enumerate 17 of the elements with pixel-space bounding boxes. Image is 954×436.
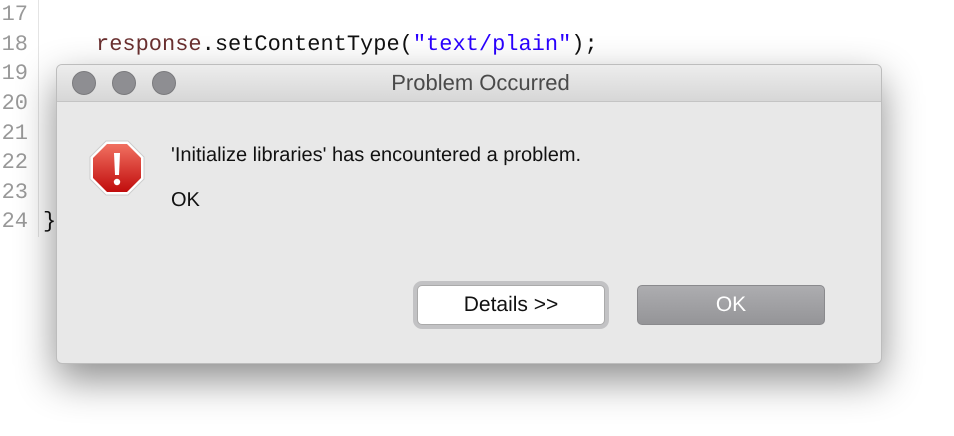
error-detail: OK	[171, 189, 201, 212]
error-message: 'Initialize libraries' has encountered a problem.	[171, 144, 582, 167]
code-line: response.setContentType("text/plain");	[95, 32, 598, 57]
zoom-button[interactable]	[152, 71, 176, 95]
line-number: 23	[0, 178, 39, 208]
window-title: Problem Occurred	[390, 70, 571, 96]
code-line: }	[42, 209, 56, 234]
line-number: 17	[0, 0, 39, 30]
error-icon	[89, 140, 145, 196]
line-number: 22	[0, 148, 39, 178]
minimize-button[interactable]	[112, 71, 136, 95]
line-number: 18	[0, 30, 39, 60]
line-number: 24	[0, 207, 39, 237]
close-button[interactable]	[72, 71, 96, 95]
line-number: 21	[0, 118, 39, 148]
line-number: 20	[0, 88, 39, 118]
line-number: 19	[0, 59, 39, 89]
